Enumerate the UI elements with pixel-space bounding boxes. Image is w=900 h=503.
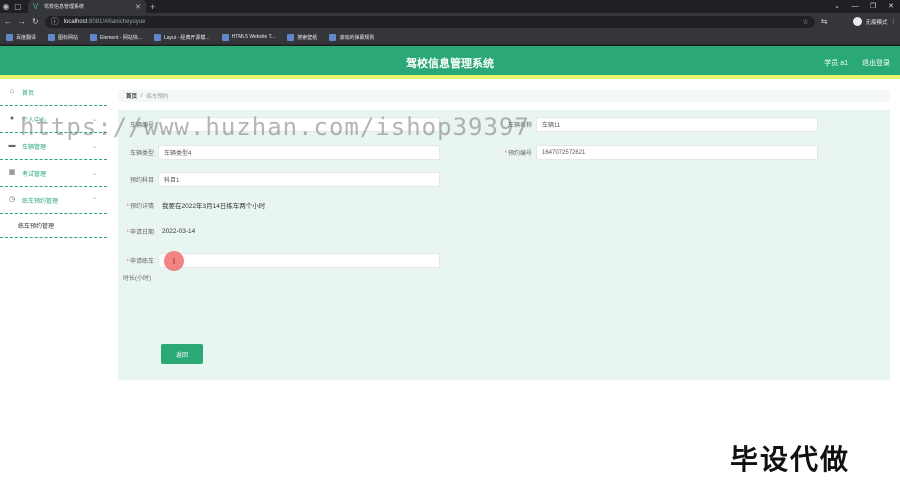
bookmark-item[interactable]: 百度翻译 [6,33,36,41]
cursor-icon: I [164,251,184,271]
hours-label: *申请练车 [126,259,154,265]
car-type-label: 车辆类型 [129,151,154,157]
new-tab-icon[interactable]: + [150,2,155,12]
chevron-down-icon: ⌄ [91,143,97,150]
booking-no-input[interactable]: 1647072572621 [536,145,818,160]
close-tab-icon[interactable]: ✕ [135,3,141,11]
app-header: 驾校信息管理系统 学员 a1 退出登录 [0,46,900,79]
back-icon[interactable]: ← [4,17,12,26]
current-user: 学员 a1 [824,60,848,67]
subject-input[interactable]: 科目1 [158,172,440,187]
more-icon[interactable]: ⋮ [891,19,897,25]
incognito-indicator[interactable]: 无痕模式 ⋮ [853,17,896,26]
tab-title: 驾校信息管理系统 [44,4,85,10]
grid-icon: ▦ [8,169,16,176]
sidebar-subitem-booking-manage[interactable]: 练车预约管理 [0,214,107,238]
field-booking-no: *预约编号 1647072572621 [496,145,818,160]
field-date: *申请日期 2022-03-14 [118,227,196,236]
sidebar-item-exams[interactable]: ▦ 考试管理 ⌄ [0,160,107,187]
date-value: 2022-03-14 [162,228,196,235]
header-stripe [0,75,900,79]
detail-label: *预约详情 [126,203,154,210]
booking-no-label: *预约编号 [504,151,532,157]
close-window-icon[interactable]: ✕ [882,0,900,13]
bookmark-icon [6,33,13,41]
reload-icon[interactable]: ↻ [32,17,39,26]
bookmark-icon [329,33,337,41]
detail-value: 我要在2022年3月14日练车两个小时 [162,203,266,210]
car-type-input[interactable]: 车辆类型4 [158,145,440,160]
field-car-name: 车辆名称 车辆11 [496,117,818,132]
field-subject: 预约科目 科目1 [118,172,440,187]
breadcrumb-separator: / [141,93,143,99]
hours-input[interactable] [158,253,440,268]
bookmark-icon [287,33,295,41]
bookmark-item[interactable]: Element - 网站快... [90,33,142,41]
breadcrumb-home[interactable]: 首页 [126,92,137,100]
back-button[interactable]: 返回 [161,344,203,364]
sidebar-item-bookings[interactable]: ◷ 练车预约管理 ⌃ [0,187,107,214]
logout-button[interactable]: 退出登录 [862,58,890,68]
sidebar-item-home[interactable]: ⌂ 首页 [0,79,107,106]
chevron-down-icon: ⌄ [91,170,97,177]
bookmark-icon [154,33,161,41]
car-icon: ▬ [8,142,16,149]
forward-icon[interactable]: → [18,17,26,26]
url-text: localhost:8081/#/lianicheyuyue [63,18,146,25]
hours-label-unit: 时长(小时) [123,276,151,282]
breadcrumb-current: 练车预约 [146,94,169,100]
info-icon[interactable]: ⓘ [51,16,59,27]
bookmark-item[interactable]: Layui - 经典开源模... [154,33,210,41]
address-bar: ← → ↻ ⓘ localhost:8081/#/lianicheyuyue ☆… [0,13,900,30]
window-controls: ⌄ — ❐ ✕ [828,0,900,13]
bookmark-icon [90,33,98,41]
incognito-avatar-icon [853,17,863,26]
app-root: 驾校信息管理系统 学员 a1 退出登录 ⌂ 首页 ● 个人中心 ⌄ ▬ 车辆管理… [0,46,900,503]
breadcrumb: 首页 / 练车预约 [118,90,890,102]
bookmarks-bar: 百度翻译 图标网站 Element - 网站快... Layui - 经典开源模… [0,30,900,45]
url-field[interactable]: ⓘ localhost:8081/#/lianicheyuyue ☆ [44,15,815,28]
bookmark-star-icon[interactable]: ☆ [802,18,808,26]
cast-icon[interactable]: ⇆ [821,17,828,26]
clock-icon: ◷ [8,196,16,203]
tab-search-icon[interactable]: ▢ [12,0,24,13]
chevron-up-icon: ⌃ [91,197,97,204]
bookmark-item[interactable]: 滚动的弹幕规则 [329,33,374,41]
bookmark-item[interactable]: 图标网站 [48,33,78,41]
field-detail: *预约详情 我要在2022年3月14日练车两个小时 [118,200,266,210]
bookmark-icon [221,33,229,41]
collapse-icon[interactable]: ⌄ [828,0,846,13]
home-icon: ⌂ [9,88,15,95]
field-car-type: 车辆类型 车辆类型4 [118,145,440,160]
car-name-input[interactable]: 车辆11 [536,117,818,132]
user-icon: ● [9,115,15,122]
bookmark-item[interactable]: 搜索壁纸 [287,33,317,41]
browser-menu-icon[interactable]: ◉ [0,0,12,13]
browser-tab[interactable]: V 驾校信息管理系统 ✕ [28,0,146,13]
restore-icon[interactable]: ❐ [864,0,882,13]
minimize-icon[interactable]: — [846,0,864,13]
vue-favicon-icon: V [33,2,39,11]
watermark-text: https://www.huzhan.com/ishop39397 [20,113,530,141]
subject-label: 预约科目 [129,178,154,184]
bookmark-icon [48,33,56,41]
booking-form: 车辆编号 车辆名称 车辆11 车辆类型 车辆类型4 *预约编号 16470725… [118,110,890,380]
corner-overlay-text: 毕设代做 [729,444,850,475]
browser-tabbar: ◉ ▢ V 驾校信息管理系统 ✕ + ⌄ — ❐ ✕ [0,0,900,13]
date-label: *申请日期 [126,230,154,236]
bookmark-item[interactable]: HTML5 Website T... [221,33,275,41]
app-title: 驾校信息管理系统 [406,58,494,70]
sidebar: ⌂ 首页 ● 个人中心 ⌄ ▬ 车辆管理 ⌄ ▦ 考试管理 ⌄ ◷ 练车预约管理… [0,79,107,503]
incognito-label: 无痕模式 [865,19,888,26]
